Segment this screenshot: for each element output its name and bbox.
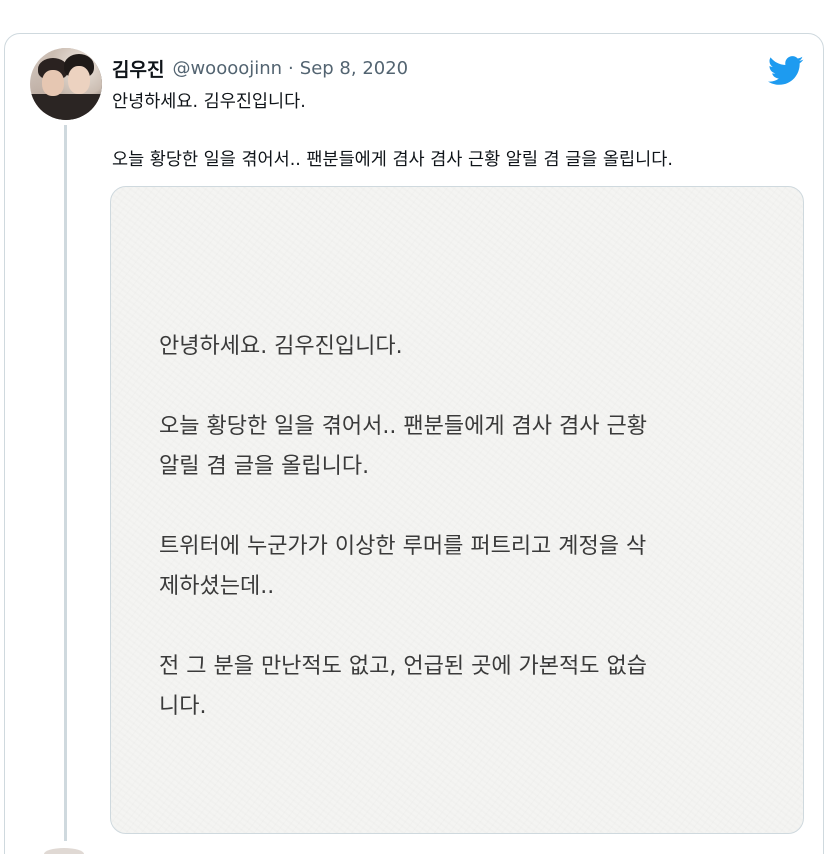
tweet-date[interactable]: Sep 8, 2020 — [300, 58, 408, 79]
tweet-media-image[interactable]: 안녕하세요. 김우진입니다. 오늘 황당한 일을 겪어서.. 팬분들에게 겸사 … — [110, 186, 804, 834]
tweet-text-line-1: 안녕하세요. 김우진입니다. — [112, 92, 306, 112]
note-paragraph-3: 트위터에 누군가가 이상한 루머를 퍼트리고 계정을 삭 제하셨는데.. — [159, 534, 647, 599]
twitter-bird-icon[interactable] — [768, 56, 804, 86]
avatar[interactable] — [30, 48, 102, 120]
next-tweet-avatar[interactable] — [44, 848, 84, 854]
note-paragraph-1: 안녕하세요. 김우진입니다. — [159, 334, 403, 359]
note-paragraph-4: 전 그 분을 만난적도 없고, 언급된 곳에 가본적도 없습 니다. — [159, 654, 647, 719]
thread-line — [64, 125, 67, 841]
tweet-page: 김우진 @woooojinn · Sep 8, 2020 안녕하세요. 김우진입… — [0, 0, 828, 854]
notes-text: 안녕하세요. 김우진입니다. 오늘 황당한 일을 겪어서.. 팬분들에게 겸사 … — [159, 327, 779, 767]
tweet-text-line-2: 오늘 황당한 일을 겪어서.. 팬분들에게 겸사 겸사 근황 알릴 겸 글을 올… — [112, 150, 673, 170]
author-name[interactable]: 김우진 — [112, 55, 164, 82]
tweet-header: 김우진 @woooojinn · Sep 8, 2020 — [112, 54, 408, 82]
header-separator: · — [288, 57, 294, 79]
note-paragraph-2: 오늘 황당한 일을 겪어서.. 팬분들에게 겸사 겸사 근황 알릴 겸 글을 올… — [159, 414, 647, 479]
author-handle[interactable]: @woooojinn — [172, 58, 282, 79]
